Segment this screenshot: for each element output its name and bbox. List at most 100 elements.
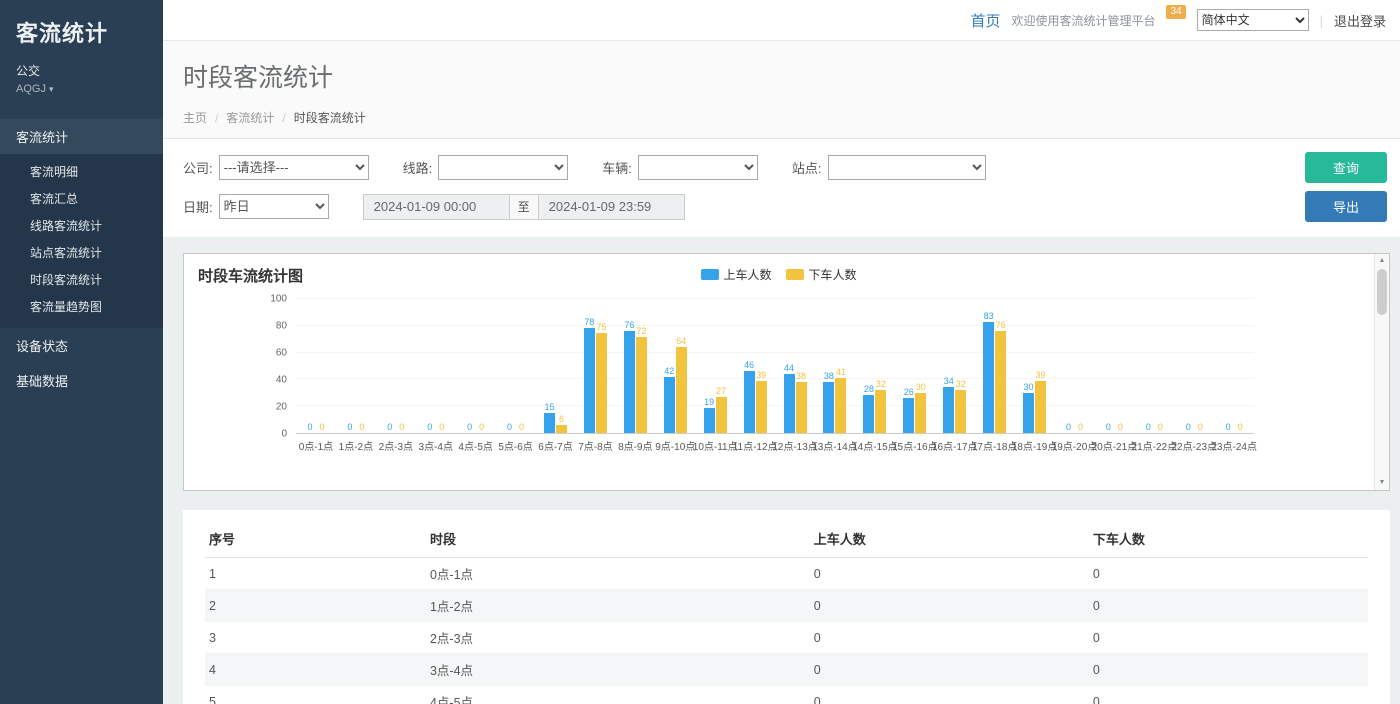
x-axis-label: 13点-14点 (815, 438, 855, 453)
bar-column: 44 (784, 299, 795, 433)
table-cell: 4点-5点 (426, 686, 810, 704)
sidebar-item-device-status[interactable]: 设备状态 (0, 328, 163, 363)
bar-value-label: 0 (1146, 422, 1151, 432)
home-link[interactable]: 首页 (970, 10, 1000, 31)
sidebar-item-passenger-flow-stats[interactable]: 客流统计 (0, 119, 163, 154)
scrollbar-thumb[interactable] (1377, 269, 1387, 315)
bar-column: 19 (704, 299, 715, 433)
station-select[interactable] (828, 155, 986, 180)
scroll-down-icon[interactable]: ▼ (1375, 476, 1389, 490)
bar-column: 0 (1195, 299, 1206, 433)
vehicle-filter: 车辆: (602, 155, 758, 180)
sidebar-item-period-flow-stats[interactable]: 时段客流统计 (0, 266, 163, 293)
date-filter: 日期: 昨日 (183, 194, 329, 219)
bar-value-label: 76 (996, 320, 1006, 330)
bar-value-label: 44 (784, 363, 794, 373)
bar-value-label: 0 (359, 422, 364, 432)
legend-item[interactable]: 下车人数 (786, 266, 857, 283)
bar-column: 30 (1023, 299, 1034, 433)
table-header-cell: 上车人数 (810, 520, 1089, 558)
bar-column: 38 (823, 299, 834, 433)
chevron-down-icon: ▾ (49, 84, 54, 94)
vehicle-select[interactable] (638, 155, 758, 180)
sidebar-item-flow-trend-chart[interactable]: 客流量趋势图 (0, 293, 163, 320)
breadcrumb-home[interactable]: 主页 (183, 111, 207, 125)
bar-column: 76 (995, 299, 1006, 433)
x-axis-label: 2点-3点 (376, 438, 416, 453)
legend-swatch-icon (786, 269, 804, 280)
bar-column: 0 (356, 299, 367, 433)
query-button[interactable]: 查询 (1305, 152, 1387, 183)
bar-value-label: 75 (596, 322, 606, 332)
bar-group: 00 (1094, 299, 1134, 433)
legend-swatch-icon (700, 269, 718, 280)
export-button[interactable]: 导出 (1305, 191, 1387, 222)
sidebar-item-base-data[interactable]: 基础数据 (0, 363, 163, 398)
scroll-up-icon[interactable]: ▲ (1375, 254, 1389, 268)
bar-column: 0 (316, 299, 327, 433)
bar-group: 00 (1134, 299, 1174, 433)
table-cell: 0 (1089, 590, 1368, 622)
bar-column: 0 (1075, 299, 1086, 433)
table-cell: 0 (1089, 654, 1368, 686)
bar-value-label: 76 (624, 320, 634, 330)
bar-value-label: 0 (1118, 422, 1123, 432)
bar (676, 347, 687, 433)
breadcrumb-section[interactable]: 客流统计 (226, 111, 274, 125)
sidebar-item-flow-detail[interactable]: 客流明细 (0, 158, 163, 185)
company-select[interactable]: ---请选择--- (219, 155, 369, 180)
x-axis-label: 18点-19点 (1015, 438, 1055, 453)
date-from-input[interactable] (363, 194, 510, 220)
bar-value-label: 38 (824, 371, 834, 381)
bar-value-label: 41 (836, 367, 846, 377)
language-select[interactable]: 简体中文 (1197, 9, 1309, 31)
bar-column: 15 (544, 299, 555, 433)
nav-divider: | (1320, 13, 1323, 28)
sidebar-item-flow-summary[interactable]: 客流汇总 (0, 185, 163, 212)
table-cell: 0 (810, 558, 1089, 590)
bar-value-label: 0 (1066, 422, 1071, 432)
menu-section-base-data: 基础数据 (0, 363, 163, 398)
app-title: 客流统计 (16, 16, 147, 48)
bar-value-label: 0 (1106, 422, 1111, 432)
bar (983, 322, 994, 433)
chart-legend: 上车人数 下车人数 (700, 266, 856, 283)
bar (863, 395, 874, 433)
bar-value-label: 42 (664, 366, 674, 376)
bar (943, 387, 954, 433)
table-cell: 2 (205, 590, 426, 622)
bar-group: 00 (1214, 299, 1254, 433)
bar-value-label: 0 (439, 422, 444, 432)
bar-group: 00 (376, 299, 416, 433)
breadcrumb-separator (207, 111, 226, 125)
bar-value-label: 72 (636, 326, 646, 336)
bar-value-label: 6 (559, 414, 564, 424)
bar-column: 0 (344, 299, 355, 433)
legend-item[interactable]: 上车人数 (700, 266, 771, 283)
org-selector[interactable]: AQGJ▾ (16, 83, 147, 95)
chart-scrollbar[interactable]: ▲ ▼ (1374, 254, 1389, 490)
bar-column: 30 (915, 299, 926, 433)
sidebar-item-station-flow-stats[interactable]: 站点客流统计 (0, 239, 163, 266)
bar-column: 0 (1235, 299, 1246, 433)
table-cell: 0 (1089, 558, 1368, 590)
table-panel: 序号时段上车人数下车人数 10点-1点0021点-2点0032点-3点0043点… (183, 510, 1390, 704)
date-to-input[interactable] (538, 194, 685, 220)
bar-column: 6 (556, 299, 567, 433)
bar-column: 42 (664, 299, 675, 433)
bar-value-label: 0 (1226, 422, 1231, 432)
bar (704, 408, 715, 433)
chart-plot: 0000000000001567875767242641927463944383… (296, 299, 1254, 434)
bar-column: 0 (1155, 299, 1166, 433)
bar-value-label: 26 (904, 387, 914, 397)
date-preset-select[interactable]: 昨日 (219, 194, 329, 219)
line-select[interactable] (438, 155, 568, 180)
bar-column: 0 (1183, 299, 1194, 433)
bar-group: 4264 (655, 299, 695, 433)
logout-link[interactable]: 退出登录 (1334, 11, 1386, 30)
bar-column: 27 (716, 299, 727, 433)
sidebar-item-line-flow-stats[interactable]: 线路客流统计 (0, 212, 163, 239)
table-cell: 0 (810, 622, 1089, 654)
x-axis-label: 1点-2点 (336, 438, 376, 453)
legend-label: 下车人数 (809, 266, 857, 283)
